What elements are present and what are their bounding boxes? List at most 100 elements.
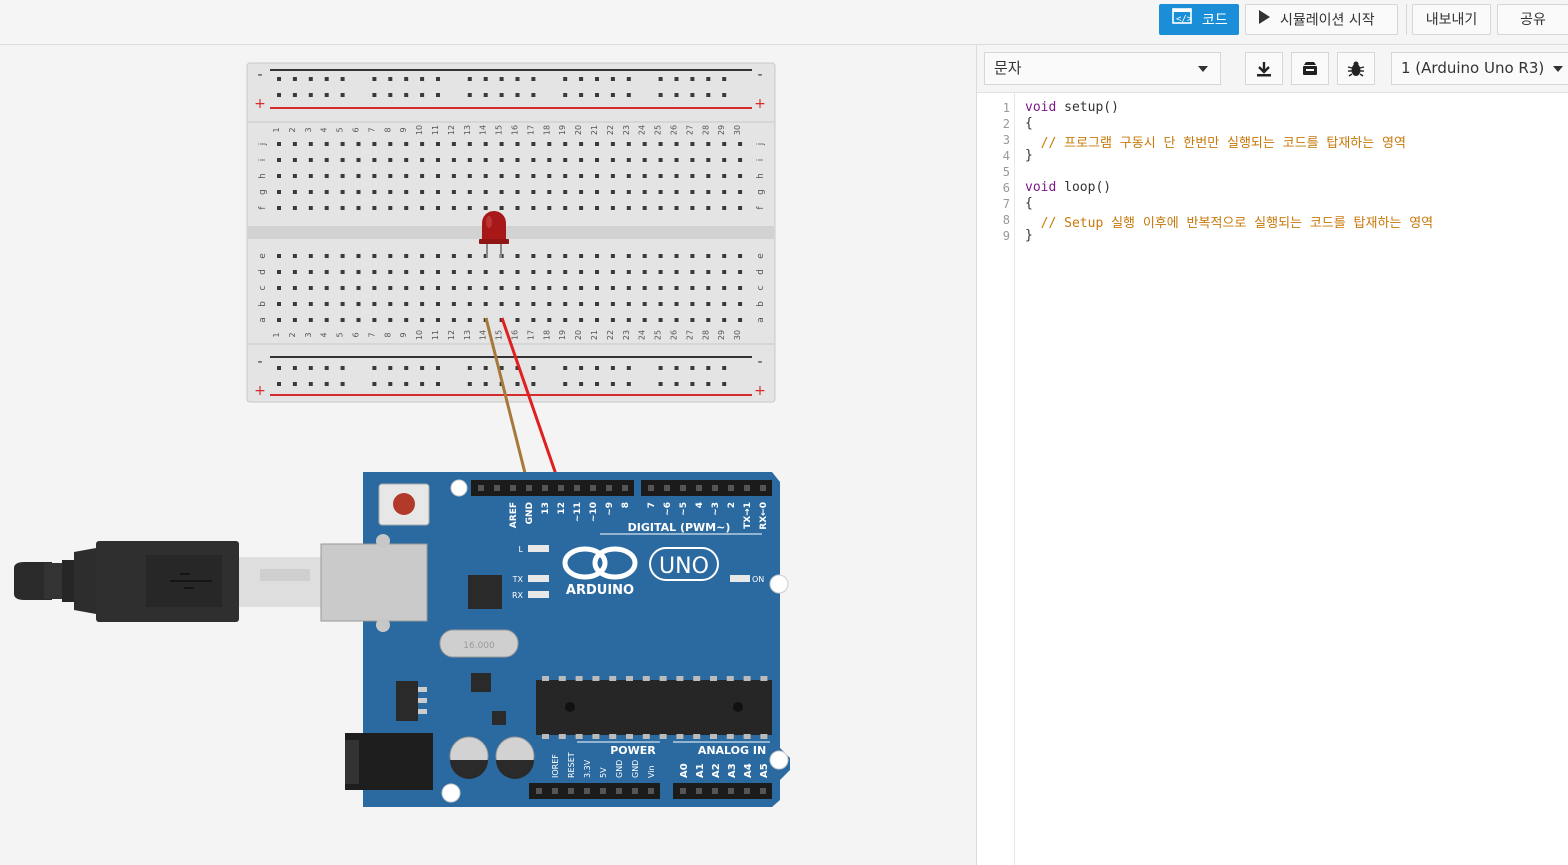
rail-hole[interactable] [483, 93, 488, 97]
breadboard-hole[interactable] [722, 142, 727, 146]
breadboard-hole[interactable] [658, 270, 663, 274]
breadboard-hole[interactable] [372, 190, 377, 194]
breadboard-hole[interactable] [547, 302, 552, 306]
breadboard-hole[interactable] [690, 254, 695, 258]
rail-hole[interactable] [404, 77, 409, 81]
header-pin[interactable] [648, 485, 654, 491]
breadboard-hole[interactable] [308, 158, 313, 162]
breadboard-hole[interactable] [467, 302, 472, 306]
breadboard-hole[interactable] [372, 206, 377, 210]
breadboard-hole[interactable] [483, 174, 488, 178]
rail-hole[interactable] [674, 93, 679, 97]
circuit-canvas[interactable]: - - + + - - + + 1 1 2 2 3 3 4 4 5 5 6 6 7 7 8 8 9 9 10 10 11… [0, 45, 976, 865]
breadboard-hole[interactable] [690, 302, 695, 306]
start-simulation-button[interactable]: 시뮬레이션 시작 [1245, 4, 1398, 35]
breadboard-hole[interactable] [388, 286, 393, 290]
header-pin[interactable] [760, 788, 766, 794]
breadboard-hole[interactable] [436, 270, 440, 274]
breadboard-hole[interactable] [292, 190, 297, 194]
breadboard-hole[interactable] [563, 190, 568, 194]
breadboard-hole[interactable] [531, 286, 536, 290]
breadboard-hole[interactable] [292, 206, 297, 210]
rail-hole[interactable] [690, 382, 695, 386]
breadboard-hole[interactable] [436, 174, 440, 178]
breadboard-hole[interactable] [277, 254, 281, 258]
rail-hole[interactable] [531, 93, 536, 97]
rail-hole[interactable] [722, 382, 727, 386]
header-pin[interactable] [696, 485, 702, 491]
breadboard-hole[interactable] [324, 142, 329, 146]
breadboard-hole[interactable] [706, 286, 711, 290]
breadboard-hole[interactable] [499, 158, 504, 162]
breadboard-hole[interactable] [467, 158, 472, 162]
breadboard-hole[interactable] [467, 190, 472, 194]
breadboard-hole[interactable] [738, 158, 743, 162]
breadboard-hole[interactable] [404, 286, 409, 290]
breadboard-hole[interactable] [467, 206, 472, 210]
rail-hole[interactable] [404, 366, 409, 370]
rail-hole[interactable] [404, 382, 409, 386]
breadboard-hole[interactable] [595, 270, 599, 274]
breadboard-hole[interactable] [292, 174, 297, 178]
breadboard-hole[interactable] [595, 254, 599, 258]
breadboard-hole[interactable] [690, 318, 695, 322]
breadboard-hole[interactable] [674, 190, 679, 194]
breadboard-hole[interactable] [388, 318, 393, 322]
rail-hole[interactable] [515, 382, 520, 386]
breadboard-hole[interactable] [610, 174, 615, 178]
breadboard-hole[interactable] [674, 158, 679, 162]
rail-hole[interactable] [388, 77, 393, 81]
breadboard-hole[interactable] [451, 254, 456, 258]
rail-hole[interactable] [324, 382, 329, 386]
breadboard-hole[interactable] [658, 302, 663, 306]
breadboard-hole[interactable] [722, 190, 727, 194]
rail-hole[interactable] [658, 382, 663, 386]
breadboard-hole[interactable] [324, 206, 329, 210]
breadboard-hole[interactable] [642, 302, 647, 306]
breadboard-hole[interactable] [483, 270, 488, 274]
header-pin[interactable] [606, 485, 612, 491]
breadboard-hole[interactable] [356, 302, 361, 306]
rail-hole[interactable] [626, 366, 631, 370]
breadboard-hole[interactable] [626, 190, 631, 194]
breadboard-hole[interactable] [738, 206, 743, 210]
breadboard-hole[interactable] [595, 206, 599, 210]
rail-hole[interactable] [292, 93, 297, 97]
breadboard-hole[interactable] [626, 142, 631, 146]
rail-hole[interactable] [706, 366, 711, 370]
rail-hole[interactable] [674, 366, 679, 370]
export-button[interactable]: 내보내기 [1412, 4, 1491, 35]
breadboard-hole[interactable] [674, 302, 679, 306]
header-pin[interactable] [478, 485, 484, 491]
breadboard-hole[interactable] [515, 302, 520, 306]
breadboard-hole[interactable] [515, 142, 520, 146]
rail-hole[interactable] [483, 77, 488, 81]
rail-hole[interactable] [436, 382, 440, 386]
breadboard-hole[interactable] [404, 302, 409, 306]
breadboard-hole[interactable] [372, 142, 377, 146]
rail-hole[interactable] [420, 93, 425, 97]
rail-hole[interactable] [467, 77, 472, 81]
rail-hole[interactable] [674, 382, 679, 386]
breadboard-hole[interactable] [404, 158, 409, 162]
breadboard-hole[interactable] [277, 158, 281, 162]
breadboard-hole[interactable] [674, 270, 679, 274]
rail-hole[interactable] [388, 366, 393, 370]
breadboard-hole[interactable] [324, 286, 329, 290]
breadboard-hole[interactable] [674, 142, 679, 146]
breadboard-hole[interactable] [579, 254, 584, 258]
rail-hole[interactable] [292, 382, 297, 386]
rail-hole[interactable] [579, 93, 584, 97]
rail-hole[interactable] [308, 366, 313, 370]
breadboard-hole[interactable] [451, 158, 456, 162]
rail-hole[interactable] [483, 382, 488, 386]
header-pin[interactable] [728, 485, 734, 491]
rail-hole[interactable] [436, 77, 440, 81]
breadboard-hole[interactable] [388, 190, 393, 194]
breadboard-hole[interactable] [690, 270, 695, 274]
breadboard-hole[interactable] [292, 302, 297, 306]
breadboard-hole[interactable] [722, 286, 727, 290]
breadboard-hole[interactable] [324, 318, 329, 322]
breadboard-hole[interactable] [420, 286, 425, 290]
breadboard-hole[interactable] [531, 142, 536, 146]
